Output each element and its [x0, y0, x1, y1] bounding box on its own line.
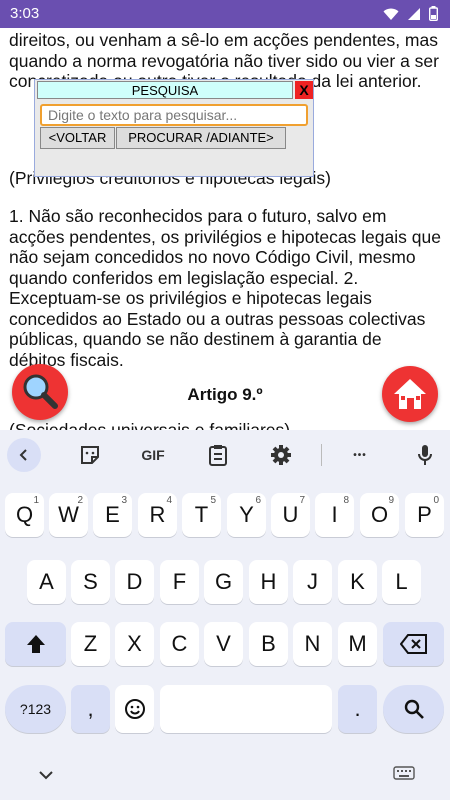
key-b[interactable]: B	[249, 622, 288, 666]
search-fab-button[interactable]	[12, 364, 68, 420]
key-hint: 5	[210, 495, 216, 506]
key-e[interactable]: E3	[93, 493, 132, 537]
comma-key[interactable]: ,	[71, 685, 110, 733]
toolbar-back-button[interactable]	[7, 438, 41, 472]
key-label: R	[149, 502, 166, 527]
key-hint: 2	[77, 495, 83, 506]
key-c[interactable]: C	[160, 622, 199, 666]
key-v[interactable]: V	[204, 622, 243, 666]
key-s[interactable]: S	[71, 560, 110, 604]
battery-icon	[429, 6, 438, 21]
shift-icon	[26, 635, 45, 653]
key-hint: 1	[33, 495, 39, 506]
voice-input-button[interactable]	[410, 440, 440, 470]
key-w[interactable]: W2	[49, 493, 88, 537]
paragraph-4: (Sociedades universais e familiares)	[9, 420, 291, 430]
gif-button[interactable]: GIF	[135, 440, 171, 470]
key-hint: 8	[343, 495, 349, 506]
key-hint: 4	[166, 495, 172, 506]
key-label: T	[194, 502, 209, 527]
key-label: E	[105, 502, 120, 527]
space-key[interactable]	[160, 685, 332, 733]
sticker-button[interactable]	[75, 440, 105, 470]
key-p[interactable]: P0	[405, 493, 444, 537]
close-button[interactable]: X	[295, 81, 313, 99]
magnifier-icon	[23, 374, 58, 409]
shift-key[interactable]	[5, 622, 66, 666]
key-hint: 7	[299, 495, 305, 506]
key-label: U	[282, 502, 299, 527]
key-u[interactable]: U7	[271, 493, 310, 537]
paragraph-3: 1. Não são reconhecidos para o futuro, s…	[9, 206, 441, 370]
back-button[interactable]: <VOLTAR	[40, 127, 115, 149]
more-button[interactable]: •••	[345, 440, 375, 470]
emoji-icon	[124, 699, 145, 719]
key-q[interactable]: Q1	[5, 493, 44, 537]
key-hint: 0	[433, 495, 439, 506]
key-hint: 3	[121, 495, 127, 506]
key-g[interactable]: G	[204, 560, 243, 604]
emoji-key[interactable]	[115, 685, 154, 733]
search-dialog-title: PESQUISA	[37, 81, 293, 99]
key-label: W	[58, 502, 79, 527]
key-label: Y	[239, 502, 254, 527]
key-y[interactable]: Y6	[227, 493, 266, 537]
key-z[interactable]: Z	[71, 622, 110, 666]
key-a[interactable]: A	[27, 560, 66, 604]
keyboard: GIF ••• Q1 W2 E3 R4 T5 Y6 U7 I8 O9 P0 A …	[0, 430, 450, 800]
status-bar: 3:03	[0, 0, 450, 28]
clipboard-button[interactable]	[203, 440, 233, 470]
home-fab-button[interactable]	[382, 366, 438, 422]
hide-keyboard-button[interactable]	[38, 768, 54, 786]
chevron-down-icon	[39, 771, 53, 780]
wifi-icon	[383, 8, 399, 20]
key-h[interactable]: H	[249, 560, 288, 604]
key-o[interactable]: O9	[360, 493, 399, 537]
status-icons	[383, 6, 438, 21]
backspace-key[interactable]	[383, 622, 444, 666]
period-key[interactable]: .	[338, 685, 377, 733]
search-input[interactable]	[40, 104, 308, 126]
status-time: 3:03	[10, 5, 40, 22]
toolbar-divider	[321, 444, 322, 466]
key-r[interactable]: R4	[138, 493, 177, 537]
sticker-icon	[81, 446, 99, 464]
search-action-key[interactable]	[383, 685, 444, 733]
keyboard-toolbar: GIF •••	[0, 430, 450, 480]
keyboard-icon	[393, 766, 415, 780]
settings-button[interactable]	[266, 440, 296, 470]
key-hint: 9	[388, 495, 394, 506]
microphone-icon	[418, 445, 432, 465]
key-j[interactable]: J	[293, 560, 332, 604]
key-n[interactable]: N	[293, 622, 332, 666]
signal-icon	[408, 7, 420, 20]
key-label: O	[370, 502, 389, 527]
search-icon	[404, 699, 424, 719]
key-f[interactable]: F	[160, 560, 199, 604]
key-label: Q	[15, 502, 34, 527]
key-label: I	[331, 502, 338, 527]
key-hint: 6	[255, 495, 261, 506]
keyboard-switch-button[interactable]	[393, 766, 415, 785]
chevron-left-icon	[19, 449, 27, 461]
clipboard-icon	[209, 445, 227, 466]
symbols-key[interactable]: ?123	[5, 685, 66, 733]
home-icon	[394, 379, 426, 409]
key-i[interactable]: I8	[315, 493, 354, 537]
backspace-icon	[399, 634, 427, 654]
key-d[interactable]: D	[115, 560, 154, 604]
key-label: P	[417, 502, 432, 527]
key-l[interactable]: L	[382, 560, 421, 604]
key-t[interactable]: T5	[182, 493, 221, 537]
key-k[interactable]: K	[338, 560, 377, 604]
gear-icon	[271, 445, 291, 465]
keyboard-nav-row	[0, 760, 450, 800]
search-forward-button[interactable]: PROCURAR /ADIANTE>	[116, 127, 286, 149]
key-m[interactable]: M	[338, 622, 377, 666]
search-dialog: PESQUISA X <VOLTAR PROCURAR /ADIANTE>	[34, 79, 314, 177]
key-x[interactable]: X	[115, 622, 154, 666]
